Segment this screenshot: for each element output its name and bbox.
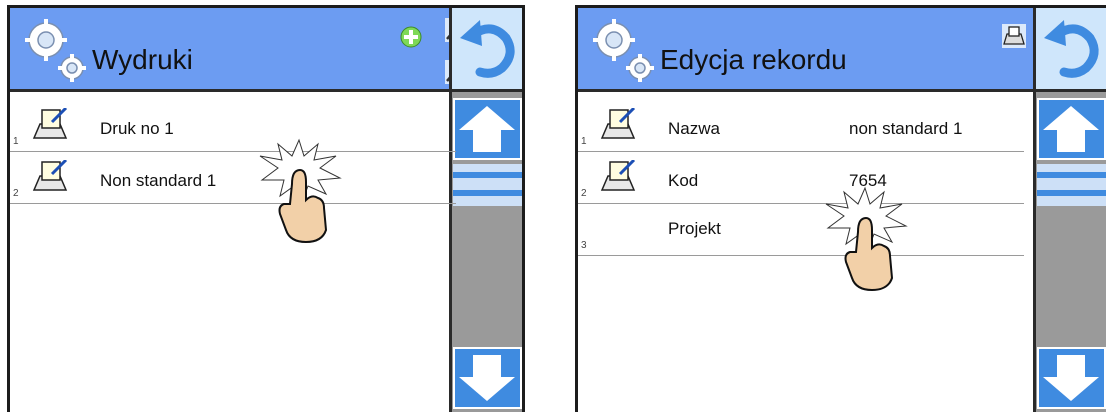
row-index: 1 [13,136,19,147]
field-label: Kod [668,171,699,190]
settings-gears-icon [25,19,86,82]
add-icon[interactable] [399,25,423,49]
page-title: Wydruki [92,44,193,75]
list-item[interactable]: 3 Projekt [578,204,1024,256]
printout-edit-icon [600,108,636,139]
list-item[interactable]: 2 Non standard 1 [10,152,456,204]
row-index: 3 [581,240,587,251]
arrow-up-icon [459,106,515,152]
field-value: non standard 1 [849,119,963,138]
scroll-sidebar [449,92,522,412]
tap-hand-icon [825,186,908,292]
back-arrow-icon [1044,20,1099,78]
arrow-down-icon [459,355,515,401]
printouts-screen: Wydruki 1 Druk no 1 2 Non standard 1 [7,5,525,412]
scroll-thumb[interactable] [453,164,522,206]
header-bar: Wydruki [10,8,522,92]
row-label: Non standard 1 [100,171,217,190]
row-label: Druk no 1 [100,119,174,138]
scroll-up-button[interactable] [453,98,522,160]
header-bar: Edycja rekordu [578,8,1106,92]
field-label: Projekt [668,219,721,238]
arrow-down-icon [1043,355,1099,401]
scroll-down-button[interactable] [453,347,522,409]
row-index: 2 [581,188,587,199]
field-label: Nazwa [668,119,720,138]
settings-gears-icon [593,19,654,82]
printout-edit-icon [32,108,68,139]
record-edit-screen: Edycja rekordu 1 Nazwa non standard 1 2 … [575,5,1106,412]
back-button[interactable] [1033,8,1106,92]
scroll-sidebar [1033,92,1106,412]
scroll-down-button[interactable] [1037,347,1106,409]
tap-hand-icon [259,138,342,244]
back-arrow-icon [460,20,515,78]
scroll-thumb[interactable] [1037,164,1106,206]
scroll-up-button[interactable] [1037,98,1106,160]
list-item[interactable]: 2 Kod 7654 [578,152,1024,204]
list-item[interactable]: 1 Druk no 1 [10,100,456,152]
print-icon[interactable] [1002,24,1026,48]
printout-edit-icon [32,160,68,191]
list-item[interactable]: 1 Nazwa non standard 1 [578,100,1024,152]
row-index: 1 [581,136,587,147]
arrow-up-icon [1043,106,1099,152]
row-index: 2 [13,188,19,199]
page-title: Edycja rekordu [660,44,847,75]
printout-edit-icon [600,160,636,191]
back-button[interactable] [449,8,522,92]
